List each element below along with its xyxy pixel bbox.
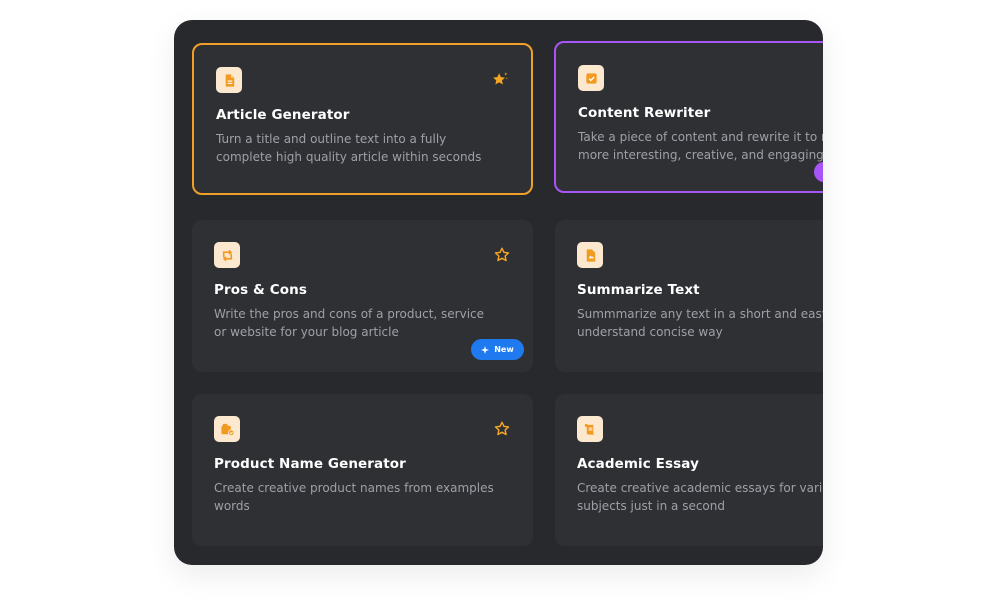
new-badge: New bbox=[471, 339, 524, 360]
card-description: Create creative product names from examp… bbox=[214, 481, 494, 513]
sparkle-icon bbox=[481, 345, 490, 354]
scroll-icon bbox=[577, 416, 603, 442]
card-academic-essay[interactable]: Academic Essay Create creative academic … bbox=[555, 394, 823, 546]
card-summarize-text[interactable]: Summarize Text Summmarize any text in a … bbox=[555, 220, 823, 372]
product-box-icon bbox=[214, 416, 240, 442]
card-description: Turn a title and outline text into a ful… bbox=[216, 132, 482, 164]
favorite-star-outline-icon[interactable] bbox=[493, 246, 511, 264]
card-title: Article Generator bbox=[216, 107, 350, 123]
template-grid-panel: Article Generator Turn a title and outli… bbox=[174, 20, 823, 565]
swap-arrows-icon bbox=[214, 242, 240, 268]
card-description: Take a piece of content and rewrite it t… bbox=[578, 130, 823, 162]
checklist-icon bbox=[578, 65, 604, 91]
document-summary-icon bbox=[577, 242, 603, 268]
card-description: Write the pros and cons of a product, se… bbox=[214, 307, 485, 339]
card-title: Product Name Generator bbox=[214, 456, 406, 472]
badge-label: New bbox=[494, 345, 514, 354]
card-article-generator[interactable]: Article Generator Turn a title and outli… bbox=[192, 43, 533, 195]
card-title: Academic Essay bbox=[577, 456, 699, 472]
card-title: Summarize Text bbox=[577, 282, 700, 298]
document-icon bbox=[216, 67, 242, 93]
card-title: Content Rewriter bbox=[578, 105, 711, 121]
favorite-star-outline-icon[interactable] bbox=[493, 420, 511, 438]
card-product-name-generator[interactable]: Product Name Generator Create creative p… bbox=[192, 394, 533, 546]
card-pros-cons[interactable]: Pros & Cons Write the pros and cons of a… bbox=[192, 220, 533, 372]
favorite-star-filled-icon[interactable] bbox=[491, 71, 509, 89]
card-description: Create creative academic essays for vari… bbox=[577, 481, 823, 513]
card-title: Pros & Cons bbox=[214, 282, 307, 298]
card-description: Summmarize any text in a short and easy … bbox=[577, 307, 823, 339]
card-content-rewriter[interactable]: Content Rewriter Take a piece of content… bbox=[554, 41, 823, 193]
